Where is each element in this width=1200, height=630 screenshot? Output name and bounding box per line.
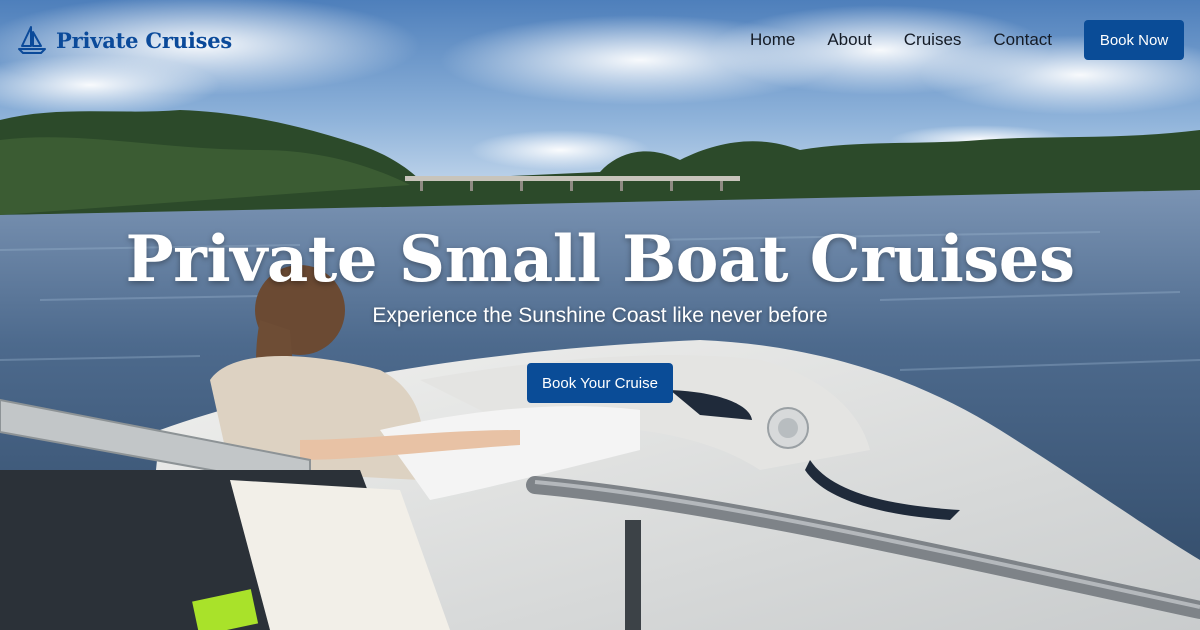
book-now-button[interactable]: Book Now	[1084, 20, 1184, 60]
main-navbar: Private Cruises Home About Cruises Conta…	[0, 0, 1200, 80]
nav-link-cruises[interactable]: Cruises	[904, 30, 962, 50]
nav-link-home[interactable]: Home	[750, 30, 795, 50]
brand-name: Private Cruises	[56, 27, 233, 53]
nav-menu: Home About Cruises Contact Book Now	[750, 20, 1184, 60]
brand-logo-link[interactable]: Private Cruises	[16, 24, 232, 56]
hero-subtitle: Experience the Sunshine Coast like never…	[372, 304, 828, 327]
nav-link-contact[interactable]: Contact	[993, 30, 1052, 50]
hero-title: Private Small Boat Cruises	[125, 222, 1075, 297]
book-your-cruise-button[interactable]: Book Your Cruise	[527, 363, 673, 403]
nav-link-about[interactable]: About	[827, 30, 871, 50]
sailboat-icon	[18, 26, 46, 54]
